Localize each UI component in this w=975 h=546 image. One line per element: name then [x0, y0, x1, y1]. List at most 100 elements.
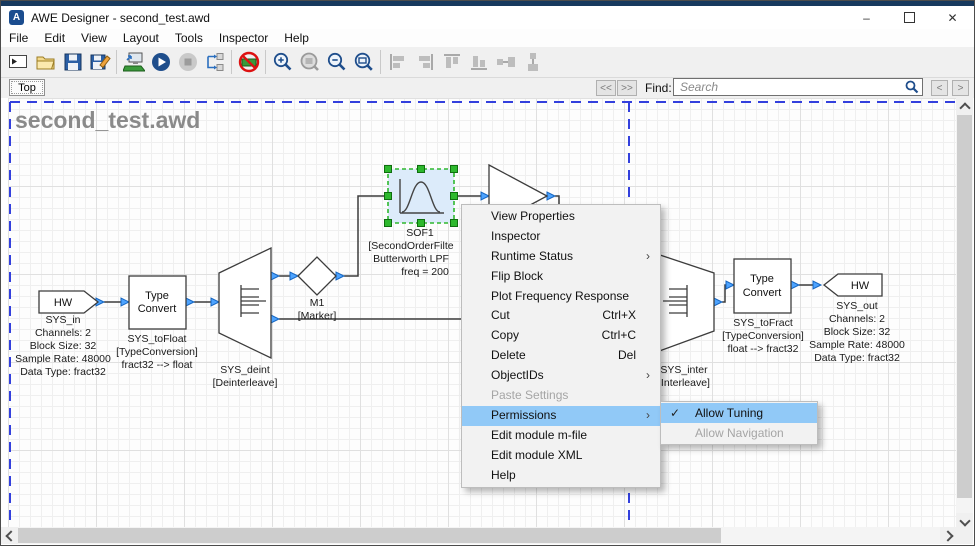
close-icon: ✕ — [947, 11, 957, 25]
align-bottom-button[interactable] — [465, 49, 492, 75]
menu-bar: File Edit View Layout Tools Inspector He… — [1, 29, 974, 48]
svg-text:[TypeConversion]: [TypeConversion] — [722, 330, 804, 342]
block-sys-tofract[interactable]: Type Convert SYS_toFract [TypeConversion… — [722, 259, 804, 355]
center-vertical-button[interactable] — [519, 49, 546, 75]
shortcut-label: Ctrl+X — [602, 306, 636, 326]
zoom-selection-icon — [299, 51, 321, 73]
minimize-button[interactable]: – — [845, 6, 888, 29]
svg-text:Sample Rate: 48000: Sample Rate: 48000 — [809, 339, 905, 351]
svg-text:float --> fract32: float --> fract32 — [728, 343, 799, 355]
stop-icon — [177, 51, 199, 73]
svg-text:Type: Type — [145, 290, 169, 302]
find-next-button[interactable]: > — [952, 80, 969, 96]
tab-top[interactable]: Top — [9, 79, 45, 96]
zoom-in-button[interactable] — [269, 49, 296, 75]
svg-text:Convert: Convert — [138, 303, 177, 315]
save-button[interactable] — [59, 49, 86, 75]
profile-button[interactable] — [201, 49, 228, 75]
block-m1-marker[interactable]: M1 [Marker] — [298, 257, 337, 322]
menu-item-copy[interactable]: CopyCtrl+C — [462, 326, 660, 346]
menu-help[interactable]: Help — [276, 29, 317, 47]
close-button[interactable]: ✕ — [931, 6, 974, 29]
menu-item-help[interactable]: Help — [462, 466, 660, 486]
horizontal-scroll-thumb[interactable] — [18, 528, 721, 543]
scroll-left-button[interactable] — [1, 527, 18, 544]
menu-layout[interactable]: Layout — [115, 29, 167, 47]
submenu-item-allow-navigation[interactable]: Allow Navigation — [661, 423, 817, 443]
block-sof1[interactable]: SOF1 [SecondOrderFilte Butterworth LPF f… — [368, 166, 457, 279]
svg-text:HW: HW — [851, 280, 870, 292]
menu-edit[interactable]: Edit — [36, 29, 73, 47]
block-sys-tofloat[interactable]: Type Convert SYS_toFloat [TypeConversion… — [116, 276, 198, 371]
menu-item-runtime-status[interactable]: Runtime Status› — [462, 247, 660, 267]
svg-text:M1: M1 — [310, 297, 325, 309]
menu-item-flip-block[interactable]: Flip Block — [462, 267, 660, 287]
align-left-button[interactable] — [384, 49, 411, 75]
zoom-fit-button[interactable] — [350, 49, 377, 75]
maximize-icon — [904, 12, 915, 23]
submenu-item-allow-tuning[interactable]: ✓Allow Tuning — [661, 403, 817, 423]
submenu-arrow-icon: › — [646, 247, 650, 267]
align-right-button[interactable] — [411, 49, 438, 75]
menu-item-delete[interactable]: DeleteDel — [462, 346, 660, 366]
save-as-icon — [89, 51, 111, 73]
menu-item-plot-frequency-response[interactable]: Plot Frequency Response — [462, 287, 660, 307]
open-file-button[interactable] — [32, 49, 59, 75]
menu-tools[interactable]: Tools — [167, 29, 211, 47]
toolbar-separator — [265, 50, 266, 74]
find-next-all-button[interactable]: >> — [617, 80, 637, 96]
find-search-input[interactable] — [673, 78, 923, 96]
find-previous-button[interactable]: < — [931, 80, 948, 96]
menu-inspector[interactable]: Inspector — [211, 29, 276, 47]
block-caption: SYS_toFract [TypeConversion] float --> f… — [722, 317, 804, 355]
scroll-right-button[interactable] — [940, 527, 957, 544]
align-right-icon — [414, 51, 436, 73]
menu-item-edit-module-xml[interactable]: Edit module XML — [462, 446, 660, 466]
menu-item-objectids[interactable]: ObjectIDs› — [462, 366, 660, 386]
svg-text:fract32 --> float: fract32 --> float — [122, 359, 193, 371]
vertical-scroll-thumb[interactable] — [957, 115, 972, 498]
svg-text:Data Type: fract32: Data Type: fract32 — [20, 366, 106, 378]
menu-file[interactable]: File — [1, 29, 36, 47]
menu-item-permissions[interactable]: Permissions› — [462, 406, 660, 426]
vertical-scrollbar[interactable] — [956, 98, 973, 530]
menu-view[interactable]: View — [73, 29, 115, 47]
center-horizontal-button[interactable] — [492, 49, 519, 75]
new-design-button[interactable] — [5, 49, 32, 75]
align-top-button[interactable] — [438, 49, 465, 75]
app-icon: A — [9, 10, 24, 25]
scrollbar-corner — [956, 527, 973, 544]
block-sys-inter[interactable]: SYS_inter [Interleave] — [654, 253, 714, 389]
svg-text:Block Size: 32: Block Size: 32 — [824, 326, 891, 338]
disable-hardware-button[interactable] — [235, 49, 262, 75]
horizontal-scrollbar[interactable] — [1, 527, 957, 544]
sub-bar: Top << >> Find: < > — [1, 78, 974, 98]
center-horizontal-icon — [495, 51, 517, 73]
menu-item-cut[interactable]: CutCtrl+X — [462, 306, 660, 326]
menu-item-inspector[interactable]: Inspector — [462, 227, 660, 247]
svg-text:Channels: 2: Channels: 2 — [829, 313, 885, 325]
block-sys-deint[interactable]: SYS_deint [Deinterleave] — [213, 248, 278, 389]
zoom-out-button[interactable] — [323, 49, 350, 75]
menu-item-paste-settings[interactable]: Paste Settings — [462, 386, 660, 406]
menu-item-view-properties[interactable]: View Properties — [462, 207, 660, 227]
stop-button[interactable] — [174, 49, 201, 75]
scroll-up-button[interactable] — [956, 98, 973, 115]
connect-target-button[interactable] — [120, 49, 147, 75]
play-button[interactable] — [147, 49, 174, 75]
submenu-arrow-icon: › — [646, 366, 650, 386]
save-icon — [62, 51, 84, 73]
minimize-icon: – — [863, 11, 870, 25]
save-as-button[interactable] — [86, 49, 113, 75]
block-caption: SYS_out Channels: 2 Block Size: 32 Sampl… — [809, 300, 905, 364]
permissions-submenu: ✓Allow Tuning Allow Navigation — [660, 401, 818, 445]
disable-hardware-icon — [238, 51, 260, 73]
block-sys-out[interactable]: HW SYS_out Channels: 2 Block Size: 32 Sa… — [809, 274, 905, 364]
align-bottom-icon — [468, 51, 490, 73]
menu-item-edit-module-m-file[interactable]: Edit module m-file — [462, 426, 660, 446]
svg-text:SYS_deint: SYS_deint — [220, 364, 270, 376]
align-left-icon — [387, 51, 409, 73]
zoom-selection-button[interactable] — [296, 49, 323, 75]
maximize-button[interactable] — [888, 6, 931, 29]
find-previous-all-button[interactable]: << — [596, 80, 616, 96]
